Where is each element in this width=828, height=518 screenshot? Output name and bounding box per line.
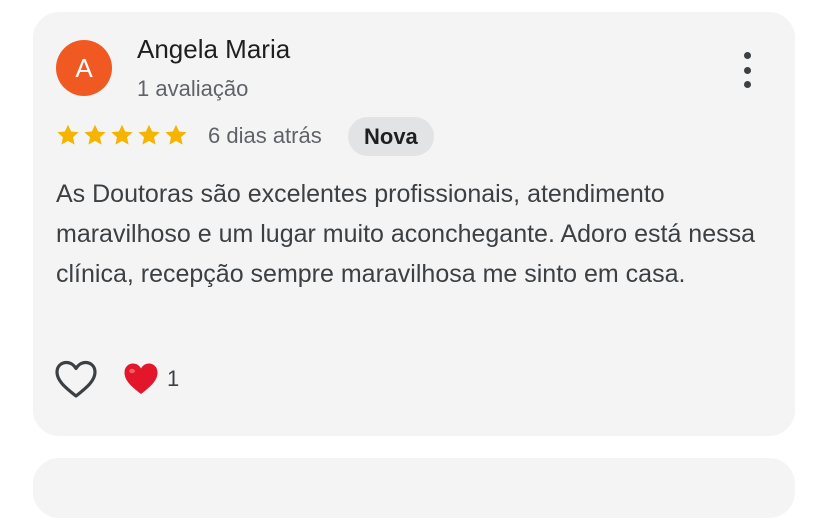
author-name[interactable]: Angela Maria [137, 34, 290, 65]
more-vert-icon-dot [743, 81, 751, 88]
review-date: 6 dias atrás [208, 123, 322, 148]
new-badge: Nova [348, 117, 434, 156]
star-icon [138, 124, 160, 145]
more-vert-icon-dot [743, 66, 751, 74]
reaction-count: 1 [167, 366, 180, 391]
star-rating [55, 122, 189, 148]
star-icon [111, 124, 133, 145]
more-vert-icon [743, 52, 751, 59]
star-icon [84, 124, 106, 145]
heart-outline-icon [55, 360, 97, 398]
more-options-button[interactable] [733, 50, 761, 90]
author-review-count: 1 avaliação [137, 76, 249, 101]
review-text: As Doutoras são excelentes profissionais… [56, 180, 756, 288]
red-heart-icon [124, 363, 158, 394]
star-icon [165, 124, 187, 145]
reaction-summary[interactable]: 1 [123, 362, 179, 396]
avatar[interactable]: A [56, 40, 112, 96]
star-icon [57, 124, 79, 145]
review-card: A Angela Maria 1 avaliação 6 dias atrás … [33, 12, 795, 436]
next-review-card [33, 458, 795, 518]
like-button[interactable] [54, 360, 98, 400]
